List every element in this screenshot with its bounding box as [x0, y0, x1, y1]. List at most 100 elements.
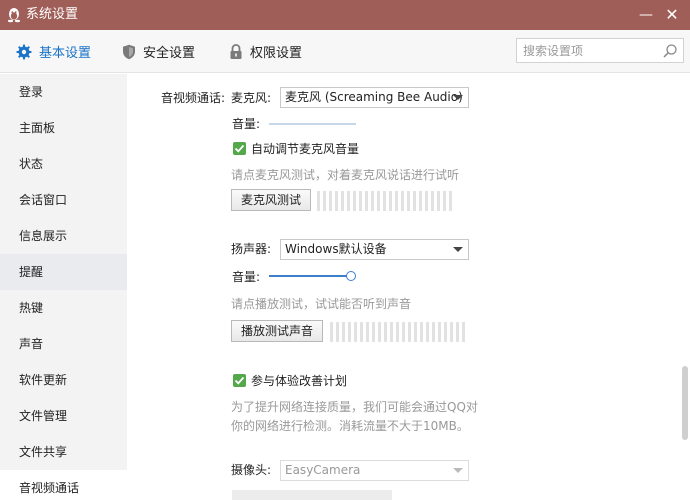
meter-bar — [407, 191, 410, 211]
meter-bar — [347, 191, 350, 211]
meter-bar — [413, 191, 416, 211]
meter-bar — [420, 322, 423, 342]
speaker-volume-slider[interactable] — [269, 275, 351, 277]
speaker-device-select[interactable]: Windows默认设备 — [280, 239, 469, 260]
meter-bar — [342, 322, 345, 342]
sidebar-item-file-sharing[interactable]: 文件共享 — [0, 434, 127, 470]
gear-icon — [16, 44, 32, 59]
meter-bar — [402, 322, 405, 342]
sidebar-item-status[interactable]: 状态 — [0, 146, 127, 182]
meter-bar — [366, 322, 369, 342]
meter-bar — [336, 322, 339, 342]
improvement-desc-line2: 你的网络进行检测。消耗流量不大于10MB。 — [231, 419, 469, 433]
mic-volume-slider[interactable] — [269, 123, 356, 125]
meter-bar — [365, 191, 368, 211]
meter-bar — [437, 191, 440, 211]
meter-bar — [462, 322, 465, 342]
camera-device-select[interactable]: EasyCamera — [280, 460, 469, 481]
speaker-volume-thumb[interactable] — [346, 271, 356, 281]
meter-bar — [431, 191, 434, 211]
sidebar-item-hotkeys[interactable]: 热键 — [0, 290, 127, 326]
tab-permission-settings[interactable]: 权限设置 — [229, 30, 302, 73]
meter-bar — [414, 322, 417, 342]
qq-penguin-icon — [7, 8, 21, 23]
meter-bar — [426, 322, 429, 342]
meter-bar — [438, 322, 441, 342]
search-input[interactable] — [523, 42, 653, 59]
auto-adjust-mic-checkbox[interactable] — [233, 142, 246, 155]
settings-sidebar: 登录 主面板 状态 会话窗口 信息展示 提醒 热键 声音 软件更新 文件管理 文… — [0, 74, 127, 500]
content-scrollbar[interactable] — [678, 74, 690, 500]
auto-adjust-mic-label: 自动调节麦克风音量 — [251, 142, 360, 156]
sidebar-item-sound[interactable]: 声音 — [0, 326, 127, 362]
meter-bar — [401, 191, 404, 211]
chevron-down-icon — [453, 247, 463, 252]
sidebar-item-info-display[interactable]: 信息展示 — [0, 218, 127, 254]
mic-test-button[interactable]: 麦克风测试 — [231, 189, 311, 211]
lock-icon — [230, 43, 242, 59]
checkmark-icon — [234, 144, 245, 153]
meter-bar — [449, 191, 452, 211]
minimize-button[interactable]: — — [636, 5, 656, 25]
meter-bar — [390, 322, 393, 342]
speaker-level-meter — [330, 322, 465, 342]
improvement-program-checkbox[interactable] — [233, 374, 246, 387]
camera-preview — [232, 490, 392, 500]
meter-bar — [444, 322, 447, 342]
speaker-device-value: Windows默认设备 — [285, 242, 387, 256]
search-box[interactable] — [516, 38, 684, 63]
sidebar-item-chat-window[interactable]: 会话窗口 — [0, 182, 127, 218]
speaker-volume-label: 音量: — [232, 270, 261, 284]
section-label-av-call: 音视频通话: — [161, 91, 226, 105]
tab-security-settings[interactable]: 安全设置 — [122, 30, 195, 73]
checkmark-icon — [234, 376, 245, 385]
settings-tab-bar: 基本设置 安全设置 权限设置 — [0, 30, 690, 73]
tab-basic-settings[interactable]: 基本设置 — [16, 30, 91, 73]
mic-label: 麦克风: — [231, 91, 272, 105]
meter-bar — [384, 322, 387, 342]
mic-device-select[interactable]: 麦克风 (Screaming Bee Audio) — [280, 87, 469, 108]
tab-label: 权限设置 — [250, 46, 303, 61]
mic-device-value: 麦克风 (Screaming Bee Audio) — [285, 90, 463, 104]
shield-icon — [123, 44, 135, 59]
meter-bar — [329, 191, 332, 211]
title-bar: 系统设置 — ✕ — [0, 0, 690, 30]
meter-bar — [450, 322, 453, 342]
meter-bar — [419, 191, 422, 211]
sidebar-item-software-update[interactable]: 软件更新 — [0, 362, 127, 398]
meter-bar — [323, 191, 326, 211]
meter-bar — [317, 191, 320, 211]
meter-bar — [408, 322, 411, 342]
meter-bar — [348, 322, 351, 342]
camera-device-value: EasyCamera — [285, 463, 361, 477]
meter-bar — [341, 191, 344, 211]
meter-bar — [372, 322, 375, 342]
sidebar-item-reminder[interactable]: 提醒 — [0, 254, 127, 290]
tab-label: 安全设置 — [143, 46, 196, 61]
meter-bar — [395, 191, 398, 211]
speaker-label: 扬声器: — [231, 242, 272, 256]
meter-bar — [432, 322, 435, 342]
sidebar-item-av-call[interactable]: 音视频通话 — [0, 470, 127, 500]
meter-bar — [396, 322, 399, 342]
search-icon[interactable] — [662, 43, 678, 59]
close-button[interactable]: ✕ — [662, 5, 682, 25]
scrollbar-thumb[interactable] — [682, 366, 688, 440]
meter-bar — [360, 322, 363, 342]
meter-bar — [335, 191, 338, 211]
meter-bar — [377, 191, 380, 211]
chevron-down-icon — [453, 95, 463, 100]
sidebar-item-main-panel[interactable]: 主面板 — [0, 110, 127, 146]
camera-label: 摄像头: — [231, 463, 272, 477]
window-title: 系统设置 — [26, 7, 79, 22]
meter-bar — [353, 191, 356, 211]
meter-bar — [371, 191, 374, 211]
meter-bar — [425, 191, 428, 211]
meter-bar — [354, 322, 357, 342]
sidebar-item-file-management[interactable]: 文件管理 — [0, 398, 127, 434]
meter-bar — [330, 322, 333, 342]
meter-bar — [443, 191, 446, 211]
sidebar-item-login[interactable]: 登录 — [0, 74, 127, 110]
play-test-sound-button[interactable]: 播放测试声音 — [231, 320, 323, 342]
meter-bar — [389, 191, 392, 211]
